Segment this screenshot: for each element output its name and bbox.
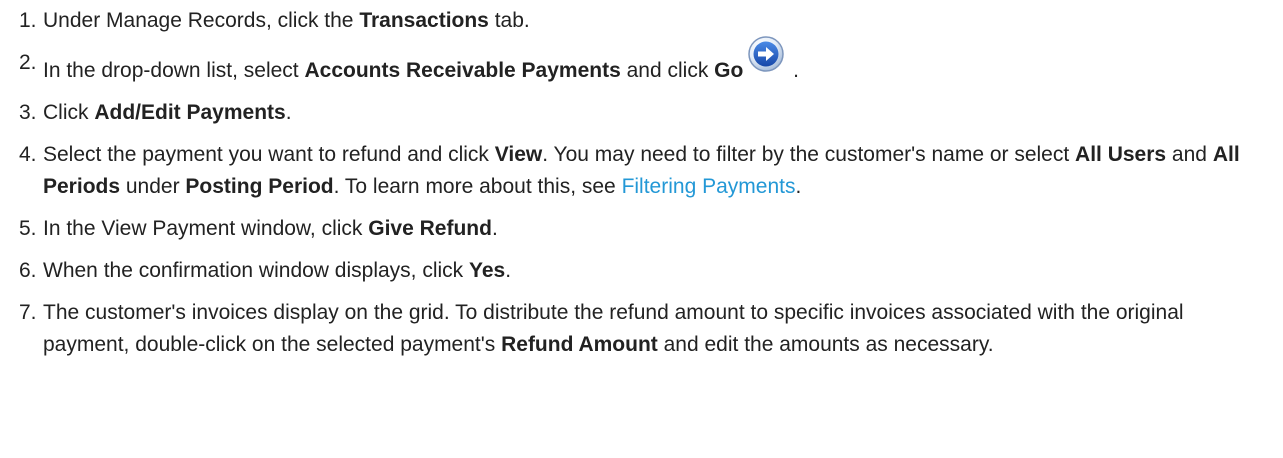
step-text: Under Manage Records, click the bbox=[43, 9, 360, 32]
step-text: . bbox=[787, 59, 799, 82]
step-2: 2. In the drop-down list, select Account… bbox=[0, 36, 1283, 87]
step-number: 2. bbox=[19, 51, 37, 74]
step-number: 3. bbox=[19, 101, 37, 124]
step-text: . bbox=[491, 217, 498, 240]
step-number: 1. bbox=[19, 9, 37, 32]
step-5: 5. In the View Payment window, click Giv… bbox=[0, 213, 1283, 245]
step-number: 7. bbox=[19, 301, 37, 324]
step-text: and edit the amounts as necessary. bbox=[657, 333, 994, 356]
step-3: 3. Click Add/Edit Payments. bbox=[0, 97, 1283, 129]
step-4: 4. Select the payment you want to refund… bbox=[0, 139, 1283, 203]
step-text: . bbox=[795, 175, 802, 198]
add-edit-payments-term: Add/Edit Payments bbox=[94, 101, 286, 124]
step-text: . bbox=[505, 259, 512, 282]
yes-term: Yes bbox=[469, 259, 506, 282]
step-text: and click bbox=[620, 59, 715, 82]
step-text: When the confirmation window displays, c… bbox=[43, 259, 470, 282]
instruction-steps: 1. Under Manage Records, click the Trans… bbox=[0, 5, 1283, 361]
refund-amount-term: Refund Amount bbox=[501, 333, 658, 356]
transactions-tab-term: Transactions bbox=[359, 9, 489, 32]
step-text: In the View Payment window, click bbox=[43, 217, 369, 240]
step-number: 6. bbox=[19, 259, 37, 282]
step-1: 1. Under Manage Records, click the Trans… bbox=[0, 5, 1283, 37]
step-7: 7. The customer's invoices display on th… bbox=[0, 297, 1283, 361]
step-6: 6. When the confirmation window displays… bbox=[0, 255, 1283, 287]
step-text: . You may need to filter by the customer… bbox=[542, 143, 1076, 166]
filtering-payments-link[interactable]: Filtering Payments bbox=[622, 175, 796, 198]
step-number: 4. bbox=[19, 143, 37, 166]
step-text: Click bbox=[43, 101, 95, 124]
step-text: In the drop-down list, select bbox=[43, 59, 305, 82]
step-text: . bbox=[285, 101, 292, 124]
give-refund-term: Give Refund bbox=[368, 217, 492, 240]
all-users-term: All Users bbox=[1075, 143, 1167, 166]
step-text: under bbox=[120, 175, 186, 198]
posting-period-term: Posting Period bbox=[185, 175, 334, 198]
step-number: 5. bbox=[19, 217, 37, 240]
step-text: tab. bbox=[488, 9, 530, 32]
step-text: Select the payment you want to refund an… bbox=[43, 143, 495, 166]
go-term: Go bbox=[714, 59, 744, 82]
view-term: View bbox=[494, 143, 543, 166]
step-text: and bbox=[1166, 143, 1213, 166]
step-text: . To learn more about this, see bbox=[333, 175, 622, 198]
ar-payments-term: Accounts Receivable Payments bbox=[304, 59, 621, 82]
go-arrow-icon bbox=[747, 35, 785, 73]
